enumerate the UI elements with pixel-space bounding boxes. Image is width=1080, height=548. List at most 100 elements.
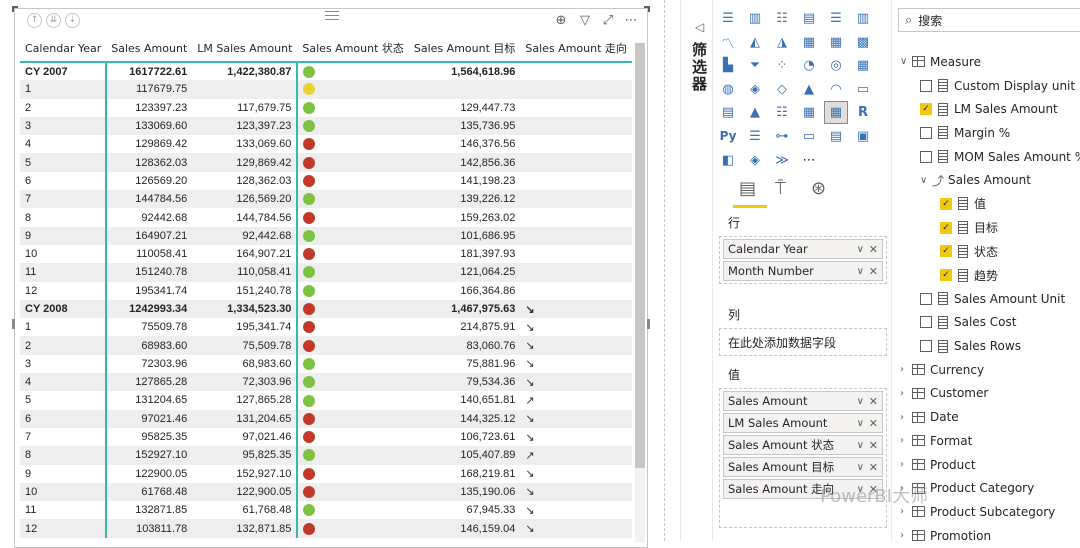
column-header[interactable]: Calendar Year (20, 35, 107, 63)
field-table[interactable]: › Format (900, 429, 1080, 453)
table-row[interactable]: 4 129869.42 133,069.60 146,376.56 (20, 135, 632, 154)
checkbox[interactable] (920, 292, 932, 305)
table-row[interactable]: 4 127865.28 72,303.96 79,534.36 ↘ (20, 373, 632, 392)
field-table[interactable]: › Currency (900, 358, 1080, 382)
chevron-right-icon[interactable]: › (900, 412, 912, 423)
chevron-down-icon[interactable]: ∨ (857, 436, 864, 454)
values-field-pill[interactable]: LM Sales Amount ∨ ✕ (723, 413, 883, 433)
scrollbar-thumb[interactable] (635, 43, 645, 468)
field-item[interactable]: ✓ 状态 (900, 240, 1080, 264)
chevron-down-icon[interactable]: ∨ (857, 240, 864, 258)
arcgis-map-icon[interactable]: ◧ (717, 150, 739, 171)
table-row[interactable]: 10 110058.41 164,907.21 181,397.93 (20, 244, 632, 264)
resize-handle-top-right[interactable] (644, 6, 650, 12)
line-stacked-column-icon[interactable]: ▦ (825, 32, 847, 53)
checkbox[interactable]: ✓ (940, 269, 952, 282)
table-row[interactable]: 8 92442.68 144,784.56 159,263.02 (20, 208, 632, 227)
r-visual-icon[interactable]: R (852, 102, 874, 123)
values-field-pill[interactable]: Sales Amount ∨ ✕ (723, 391, 883, 411)
chevron-down-icon[interactable]: ∨ (857, 458, 864, 476)
line-column-icon[interactable]: ▦ (798, 32, 820, 53)
chevron-right-icon[interactable]: › (900, 388, 912, 399)
column-header[interactable]: Sales Amount 目标 (408, 35, 521, 63)
remove-icon[interactable]: ✕ (869, 458, 878, 476)
gauge-icon[interactable]: ◠ (825, 79, 847, 100)
100-bar-icon[interactable]: ☰ (825, 8, 847, 29)
checkbox[interactable] (920, 126, 932, 139)
key-influencers-icon[interactable]: ☰ (744, 126, 766, 147)
matrix-visual[interactable]: ↑ ⇊ ⇣ ⊕ ▽ ⤢ ⋯ Calendar Year Sales Amount L… (12, 6, 650, 548)
field-item[interactable]: Custom Display unit (900, 74, 1080, 98)
line-chart-icon[interactable]: 〽 (717, 32, 739, 53)
chevron-down-icon[interactable]: ∨ (857, 392, 864, 410)
table-row[interactable]: 12 195341.74 151,240.78 166,364.86 (20, 281, 632, 300)
stacked-area-icon[interactable]: ◮ (771, 32, 793, 53)
field-item[interactable]: Sales Amount Unit (900, 287, 1080, 311)
checkbox[interactable] (920, 79, 932, 92)
chevron-down-icon[interactable]: ∨ (857, 414, 864, 432)
field-item[interactable]: ✓ LM Sales Amount (900, 97, 1080, 121)
treemap-icon[interactable]: ▦ (852, 55, 874, 76)
remove-icon[interactable]: ✕ (869, 392, 878, 410)
donut-chart-icon[interactable]: ◎ (825, 55, 847, 76)
column-header[interactable]: Sales Amount 走向 (520, 35, 632, 63)
table-row[interactable]: 5 128362.03 129,869.42 142,856.36 (20, 153, 632, 172)
python-visual-icon[interactable]: Py (717, 126, 739, 147)
filled-map-icon[interactable]: ◈ (744, 79, 766, 100)
table-row[interactable]: 11 151240.78 110,058.41 121,064.25 (20, 263, 632, 282)
table-row[interactable]: 6 97021.46 131,204.65 144,325.12 ↘ (20, 409, 632, 428)
remove-icon[interactable]: ✕ (869, 414, 878, 432)
azure-map-icon[interactable]: ▲ (798, 79, 820, 100)
table-row[interactable]: 9 122900.05 152,927.10 168,219.81 ↘ (20, 464, 632, 483)
checkbox[interactable] (920, 340, 932, 353)
table-row[interactable]: 5 131204.65 127,865.28 140,651.81 ↗ (20, 391, 632, 410)
100-column-icon[interactable]: ▥ (852, 8, 874, 29)
scatter-icon[interactable]: ⁘ (771, 55, 793, 76)
field-item[interactable]: ✓ 趋势 (900, 263, 1080, 287)
slicer-icon[interactable]: ☷ (771, 102, 793, 123)
field-item[interactable]: Margin % (900, 121, 1080, 145)
table-row[interactable]: 1 75509.78 195,341.74 214,875.91 ↘ (20, 318, 632, 337)
smart-narrative-icon[interactable]: ▤ (825, 126, 847, 147)
column-header[interactable]: Sales Amount 状态 (297, 35, 409, 63)
stacked-bar-icon[interactable]: ☰ (717, 8, 739, 29)
area-chart-icon[interactable]: ◭ (744, 32, 766, 53)
table-row[interactable]: 11 132871.85 61,768.48 67,945.33 ↘ (20, 501, 632, 520)
expand-all-icon[interactable]: ⇣ (65, 13, 80, 28)
collapse-left-icon[interactable]: ◁ (695, 20, 704, 34)
field-table[interactable]: › Customer (900, 382, 1080, 406)
rows-field-pill[interactable]: Calendar Year ∨ ✕ (723, 239, 883, 259)
field-table[interactable]: › Date (900, 405, 1080, 429)
drag-grip-icon[interactable] (325, 11, 339, 20)
chevron-right-icon[interactable]: › (900, 530, 912, 541)
checkbox[interactable] (920, 150, 932, 163)
columns-well[interactable]: 在此处添加数据字段 (719, 328, 887, 356)
table-icon[interactable]: ▦ (798, 102, 820, 123)
filters-pane[interactable]: ◁ 筛选器 (680, 0, 712, 541)
power-apps-icon[interactable]: ◈ (744, 150, 766, 171)
map-icon[interactable]: ◍ (717, 79, 739, 100)
field-item[interactable]: MOM Sales Amount % (900, 145, 1080, 169)
ribbon-chart-icon[interactable]: ▩ (852, 32, 874, 53)
chevron-right-icon[interactable]: › (900, 364, 912, 375)
drill-down-icon[interactable]: ⊕ (553, 13, 569, 29)
checkbox[interactable]: ✓ (940, 221, 952, 234)
table-row[interactable]: 2 68983.60 75,509.78 83,060.76 ↘ (20, 336, 632, 355)
clustered-bar-icon[interactable]: ☷ (771, 8, 793, 29)
filter-icon[interactable]: ▽ (577, 13, 593, 29)
table-row[interactable]: 12 103811.78 132,871.85 146,159.04 ↘ (20, 519, 632, 538)
remove-icon[interactable]: ✕ (869, 240, 878, 258)
filters-label[interactable]: 筛选器 (689, 42, 710, 93)
field-table[interactable]: ∨ Measure (900, 50, 1080, 74)
funnel-icon[interactable]: ⏷ (744, 55, 766, 76)
focus-mode-icon[interactable]: ⤢ (600, 13, 616, 29)
field-item[interactable]: ✓ 目标 (900, 216, 1080, 240)
fields-tab-icon[interactable]: ▤ (739, 178, 756, 199)
table-row[interactable]: 6 126569.20 128,362.03 141,198.23 (20, 171, 632, 191)
table-row[interactable]: 2 123397.23 117,679.75 129,447.73 (20, 98, 632, 117)
power-automate-icon[interactable]: ≫ (771, 150, 793, 171)
chevron-down-icon[interactable]: ∨ (900, 56, 912, 67)
table-row[interactable]: 7 95825.35 97,021.46 106,723.61 ↘ (20, 427, 632, 447)
resize-handle-top-left[interactable] (12, 6, 18, 12)
rows-well[interactable]: Calendar Year ∨ ✕ Month Number ∨ ✕ (719, 236, 887, 284)
